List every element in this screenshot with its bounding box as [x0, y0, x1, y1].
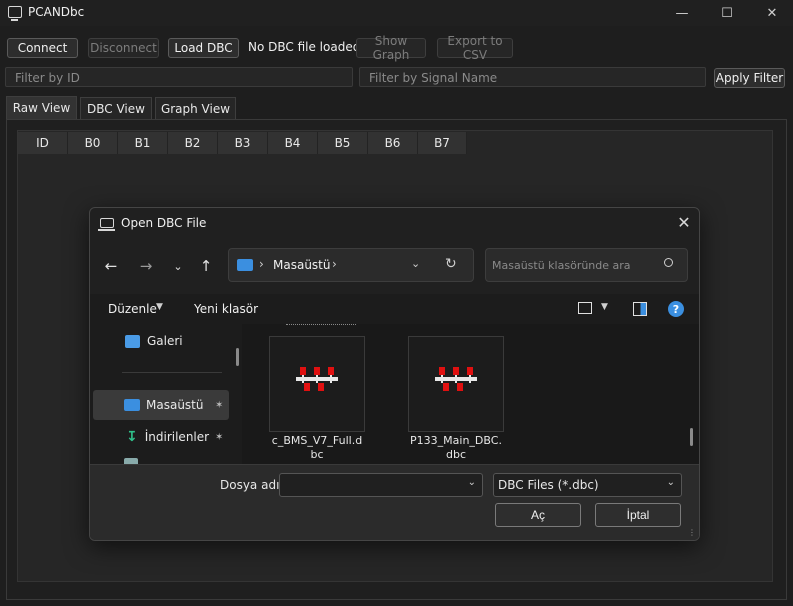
navigation-pane: Galeri Masaüstü ✶ ↧ İndirilenler ✶: [90, 324, 242, 464]
recent-locations-chevron-icon[interactable]: ⌄: [167, 255, 189, 277]
filetype-dropdown-icon[interactable]: ⌄: [667, 477, 675, 488]
nav-item-downloads[interactable]: ↧ İndirilenler ✶: [93, 422, 229, 452]
laptop-icon: [98, 218, 115, 231]
desktop-folder-icon: [237, 259, 253, 271]
view-mode-chevron-icon[interactable]: ▼: [601, 302, 608, 312]
organize-menu[interactable]: Düzenle: [108, 302, 157, 316]
desktop-icon: [124, 399, 140, 411]
forward-arrow-icon[interactable]: →: [135, 255, 157, 277]
details-pane-icon[interactable]: [633, 302, 647, 316]
resize-grip-icon[interactable]: ⋮: [688, 528, 696, 537]
up-arrow-icon[interactable]: ↑: [195, 255, 217, 277]
column-header-b3[interactable]: B3: [218, 132, 268, 154]
filename-label: Dosya adı:: [220, 478, 284, 492]
app-window-icon: [8, 6, 22, 21]
back-arrow-icon[interactable]: ←: [100, 255, 122, 277]
nav-item-gallery[interactable]: Galeri: [93, 326, 229, 356]
dialog-title: Open DBC File: [121, 216, 207, 230]
dbc-status-label: No DBC file loaded: [248, 40, 361, 54]
close-window-icon[interactable]: ✕: [752, 0, 792, 26]
tab-dbc-view[interactable]: DBC View: [80, 97, 152, 119]
search-icon[interactable]: [664, 258, 673, 267]
dbc-file-icon: [296, 367, 338, 391]
gallery-icon: [125, 334, 140, 348]
breadcrumb-location[interactable]: Masaüstü: [273, 258, 330, 272]
file-item-p133[interactable]: [408, 336, 504, 432]
address-dropdown-icon[interactable]: ⌄: [411, 257, 420, 270]
view-mode-icon[interactable]: [578, 302, 592, 314]
apply-filter-button[interactable]: Apply Filter: [714, 68, 785, 88]
breadcrumb-chevron-icon[interactable]: ›: [332, 257, 337, 271]
refresh-icon[interactable]: ↻: [445, 256, 457, 272]
dbc-file-icon: [435, 367, 477, 391]
column-header-b0[interactable]: B0: [68, 132, 118, 154]
file-item-bms[interactable]: [269, 336, 365, 432]
column-header-b2[interactable]: B2: [168, 132, 218, 154]
load-dbc-button[interactable]: Load DBC: [168, 38, 239, 58]
open-button[interactable]: Aç: [495, 503, 581, 527]
tab-raw-view[interactable]: Raw View: [6, 96, 77, 119]
command-bar: Düzenle ▼ Yeni klasör ▼ ?: [90, 294, 699, 324]
maximize-icon[interactable]: ☐: [707, 0, 747, 26]
new-folder-button[interactable]: Yeni klasör: [194, 302, 258, 316]
file-name-bms[interactable]: c_BMS_V7_Full.d bc: [257, 434, 377, 462]
folder-search-input[interactable]: Masaüstü klasöründe ara: [485, 248, 688, 282]
column-header-b6[interactable]: B6: [368, 132, 418, 154]
address-bar[interactable]: › Masaüstü › ⌄ ↻: [228, 248, 474, 282]
cancel-button[interactable]: İptal: [595, 503, 681, 527]
nav-item-desktop[interactable]: Masaüstü ✶: [93, 390, 229, 420]
file-name-p133[interactable]: P133_Main_DBC. dbc: [396, 434, 516, 462]
column-header-b5[interactable]: B5: [318, 132, 368, 154]
title-bar: PCANDbc — ☐ ✕: [0, 0, 793, 26]
filter-id-input[interactable]: Filter by ID: [5, 67, 353, 87]
filetype-select[interactable]: DBC Files (*.dbc) ⌄: [493, 473, 682, 497]
nav-scrollbar[interactable]: [236, 348, 239, 366]
column-header-id[interactable]: ID: [18, 132, 68, 154]
column-header-b7[interactable]: B7: [418, 132, 467, 154]
tab-graph-view[interactable]: Graph View: [155, 97, 236, 119]
show-graph-button[interactable]: Show Graph: [356, 34, 426, 62]
pin-icon: ✶: [215, 431, 224, 443]
column-header-b1[interactable]: B1: [118, 132, 168, 154]
pin-icon: ✶: [215, 399, 224, 411]
column-header-b4[interactable]: B4: [268, 132, 318, 154]
download-icon: ↧: [126, 429, 138, 445]
open-file-dialog: Open DBC File ✕ ← → ⌄ ↑ › Masaüstü › ⌄ ↻…: [89, 207, 700, 541]
help-icon[interactable]: ?: [668, 301, 684, 317]
clipped-folder-label: [286, 324, 356, 328]
file-list: c_BMS_V7_Full.d bc P133_Main_DBC. dbc: [242, 324, 699, 464]
content-scrollbar[interactable]: [690, 428, 693, 446]
minimize-icon[interactable]: —: [662, 0, 702, 26]
breadcrumb-separator-icon: ›: [259, 257, 264, 271]
connect-button[interactable]: Connect: [7, 38, 78, 58]
filename-input[interactable]: ⌄: [279, 473, 483, 497]
search-placeholder: Masaüstü klasöründe ara: [492, 259, 631, 272]
export-csv-button[interactable]: Export to CSV: [437, 34, 513, 62]
nav-divider: [122, 372, 222, 373]
filter-signal-input[interactable]: Filter by Signal Name: [359, 67, 706, 87]
window-title: PCANDbc: [28, 5, 85, 19]
dialog-close-icon[interactable]: ✕: [674, 212, 694, 232]
filename-dropdown-icon[interactable]: ⌄: [468, 477, 476, 488]
organize-chevron-icon[interactable]: ▼: [156, 302, 163, 312]
disconnect-button[interactable]: Disconnect: [88, 38, 159, 58]
